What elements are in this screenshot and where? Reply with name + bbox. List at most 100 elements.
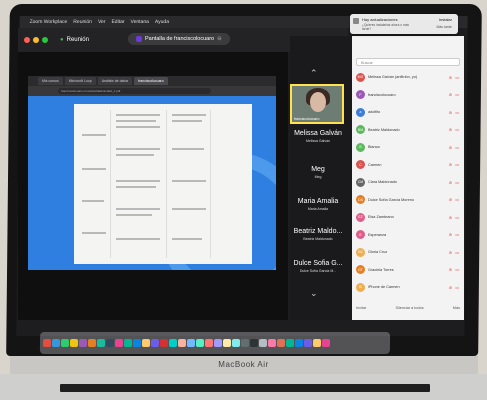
participant-name: Elsa Zambrano bbox=[368, 215, 394, 219]
muted-mic-icon[interactable]: ⊘ ▭ bbox=[449, 127, 460, 132]
text-line bbox=[82, 134, 106, 136]
options-icon[interactable]: ⊖ bbox=[217, 36, 222, 42]
dock-app-icon[interactable] bbox=[96, 339, 106, 347]
invite-button[interactable]: Invitar bbox=[356, 306, 366, 310]
muted-mic-icon[interactable]: ⊘ ▭ bbox=[449, 110, 460, 115]
dock-app-icon[interactable] bbox=[186, 339, 196, 347]
screen-share-indicator[interactable]: Pantalla de franciscolocuaro ⊖ bbox=[128, 33, 230, 45]
mute-all-button[interactable]: Silenciar a todos bbox=[396, 306, 424, 310]
dock-app-icon[interactable] bbox=[168, 339, 178, 347]
dock-app-icon[interactable] bbox=[222, 339, 232, 347]
dock-app-icon[interactable] bbox=[303, 339, 313, 347]
dock-app-icon[interactable] bbox=[240, 339, 250, 347]
dock-app-icon[interactable] bbox=[150, 339, 160, 347]
dock-app-icon[interactable] bbox=[294, 339, 304, 347]
dock-app-icon[interactable] bbox=[249, 339, 259, 347]
menu-item-1[interactable]: Ver bbox=[98, 19, 106, 25]
url-field[interactable]: franciscolocuaro.com/actividad/unidad_1.… bbox=[58, 88, 211, 94]
dock-app-icon[interactable] bbox=[258, 339, 268, 347]
muted-mic-icon[interactable]: ⊘ ▭ bbox=[449, 145, 460, 150]
dock-app-icon[interactable] bbox=[87, 339, 97, 347]
text-line bbox=[116, 180, 160, 182]
muted-mic-icon[interactable]: ⊘ ▭ bbox=[449, 197, 460, 202]
muted-mic-icon[interactable]: ⊘ ▭ bbox=[449, 75, 460, 80]
video-tile-0[interactable]: Melissa Galván Melissa Galván bbox=[290, 130, 346, 143]
menu-item-2[interactable]: Editar bbox=[111, 19, 124, 25]
dock-app-icon[interactable] bbox=[195, 339, 205, 347]
dock-app-icon[interactable] bbox=[267, 339, 277, 347]
dock-app-icon[interactable] bbox=[141, 339, 151, 347]
muted-mic-icon[interactable]: ⊘ ▭ bbox=[449, 215, 460, 220]
dock-app-icon[interactable] bbox=[42, 339, 52, 347]
participant-row[interactable]: a adolfito ⊘ ▭ bbox=[356, 105, 460, 119]
video-tile-3[interactable]: Beatriz Maldo... Beatriz Maldonado bbox=[290, 228, 346, 241]
dock-app-icon[interactable] bbox=[321, 339, 331, 347]
menu-item-4[interactable]: Ayuda bbox=[155, 19, 169, 25]
video-tile-4[interactable]: Dulce Sofia G... Dulce Sofía García M... bbox=[290, 260, 346, 273]
participant-row[interactable]: GT Graciela Torres ⊘ ▭ bbox=[356, 263, 460, 277]
text-line bbox=[116, 238, 160, 240]
install-button[interactable]: Instalar bbox=[439, 17, 452, 22]
participant-search-input[interactable]: Buscar bbox=[356, 58, 460, 66]
participant-row[interactable]: B Blanca ⊘ ▭ bbox=[356, 140, 460, 154]
avatar: C bbox=[356, 160, 365, 169]
shield-icon: ● bbox=[60, 37, 64, 43]
menu-item-0[interactable]: Reunión bbox=[73, 19, 92, 25]
participant-row[interactable]: Ffranciscolocuaro ⊘ ▭ bbox=[356, 88, 460, 102]
participant-row[interactable]: MG Melissa Galván (anfitrión, yo) ⊘ ▭ bbox=[356, 70, 460, 84]
zoom-window-button[interactable] bbox=[42, 37, 48, 43]
dock-app-icon[interactable] bbox=[213, 339, 223, 347]
more-button[interactable]: Más bbox=[453, 306, 460, 310]
dock-app-icon[interactable] bbox=[285, 339, 295, 347]
participant-row[interactable]: DS Dulce Sofía García Moreno ⊘ ▭ bbox=[356, 193, 460, 207]
meeting-info[interactable]: ● Reunión bbox=[60, 37, 89, 43]
update-notification[interactable]: Hay actualizaciones ¿Quieres instalarlas… bbox=[350, 14, 458, 34]
dock-app-icon[interactable] bbox=[60, 339, 70, 347]
participant-row[interactable]: E Esperanza ⊘ ▭ bbox=[356, 228, 460, 242]
dock-app-icon[interactable] bbox=[312, 339, 322, 347]
participant-row[interactable]: C Carmen ⊘ ▭ bbox=[356, 158, 460, 172]
avatar: B bbox=[356, 142, 365, 152]
browser-tab-0[interactable]: Mis cursos bbox=[38, 77, 63, 85]
browser-tab-3[interactable]: franciscolocuaro bbox=[134, 77, 168, 85]
participant-row[interactable]: IC iPhone de Carmen ⊘ ▭ bbox=[356, 280, 460, 294]
dock-app-icon[interactable] bbox=[114, 339, 124, 347]
chevron-up-icon[interactable]: ⌃ bbox=[310, 68, 318, 79]
chevron-down-icon[interactable]: ⌄ bbox=[310, 288, 318, 299]
active-speaker-thumbnail[interactable]: franciscolocuaro bbox=[290, 84, 344, 124]
menu-item-3[interactable]: Ventana bbox=[131, 19, 149, 25]
tile-subname: Beatriz Maldonado bbox=[303, 237, 333, 241]
dock-app-icon[interactable] bbox=[123, 339, 133, 347]
browser-tab-1[interactable]: Microsoft Loop bbox=[64, 77, 96, 85]
later-button[interactable]: Más tarde bbox=[436, 25, 452, 29]
muted-mic-icon[interactable]: ⊘ ▭ bbox=[449, 232, 460, 237]
dock-app-icon[interactable] bbox=[159, 339, 169, 347]
participant-row[interactable]: GC Gloria Cruz ⊘ ▭ bbox=[356, 245, 460, 259]
participant-row[interactable]: EZ Elsa Zambrano ⊘ ▭ bbox=[356, 210, 460, 224]
video-tile-2[interactable]: Maria Amalia Maria Amalia bbox=[290, 198, 346, 211]
dock-app-icon[interactable] bbox=[231, 339, 241, 347]
browser-tab-2[interactable]: Análisis de datos bbox=[97, 77, 133, 85]
tile-subname: Melissa Galván bbox=[306, 139, 330, 143]
muted-mic-icon[interactable]: ⊘ ▭ bbox=[449, 92, 460, 97]
muted-mic-icon[interactable]: ⊘ ▭ bbox=[449, 267, 460, 272]
participant-row[interactable]: BM Beatriz Maldonado ⊘ ▭ bbox=[356, 123, 460, 137]
participant-row[interactable]: CM Clara Maldonado ⊘ ▭ bbox=[356, 175, 460, 189]
dock-app-icon[interactable] bbox=[78, 339, 88, 347]
dock-app-icon[interactable] bbox=[204, 339, 214, 347]
minimize-window-button[interactable] bbox=[33, 37, 39, 43]
dock-app-icon[interactable] bbox=[51, 339, 61, 347]
video-tile-1[interactable]: Meg Meg bbox=[290, 166, 346, 179]
dock-app-icon[interactable] bbox=[132, 339, 142, 347]
dock-app-icon[interactable] bbox=[105, 339, 115, 347]
muted-mic-icon[interactable]: ⊘ ▭ bbox=[449, 180, 460, 185]
muted-mic-icon[interactable]: ⊘ ▭ bbox=[449, 285, 460, 290]
keyboard-base bbox=[0, 374, 487, 400]
dock-app-icon[interactable] bbox=[69, 339, 79, 347]
close-window-button[interactable] bbox=[24, 37, 30, 43]
muted-mic-icon[interactable]: ⊘ ▭ bbox=[449, 162, 460, 167]
dock-app-icon[interactable] bbox=[276, 339, 286, 347]
dock-app-icon[interactable] bbox=[177, 339, 187, 347]
menu-app[interactable]: Zoom Workplace bbox=[30, 19, 68, 25]
muted-mic-icon[interactable]: ⊘ ▭ bbox=[449, 250, 460, 255]
